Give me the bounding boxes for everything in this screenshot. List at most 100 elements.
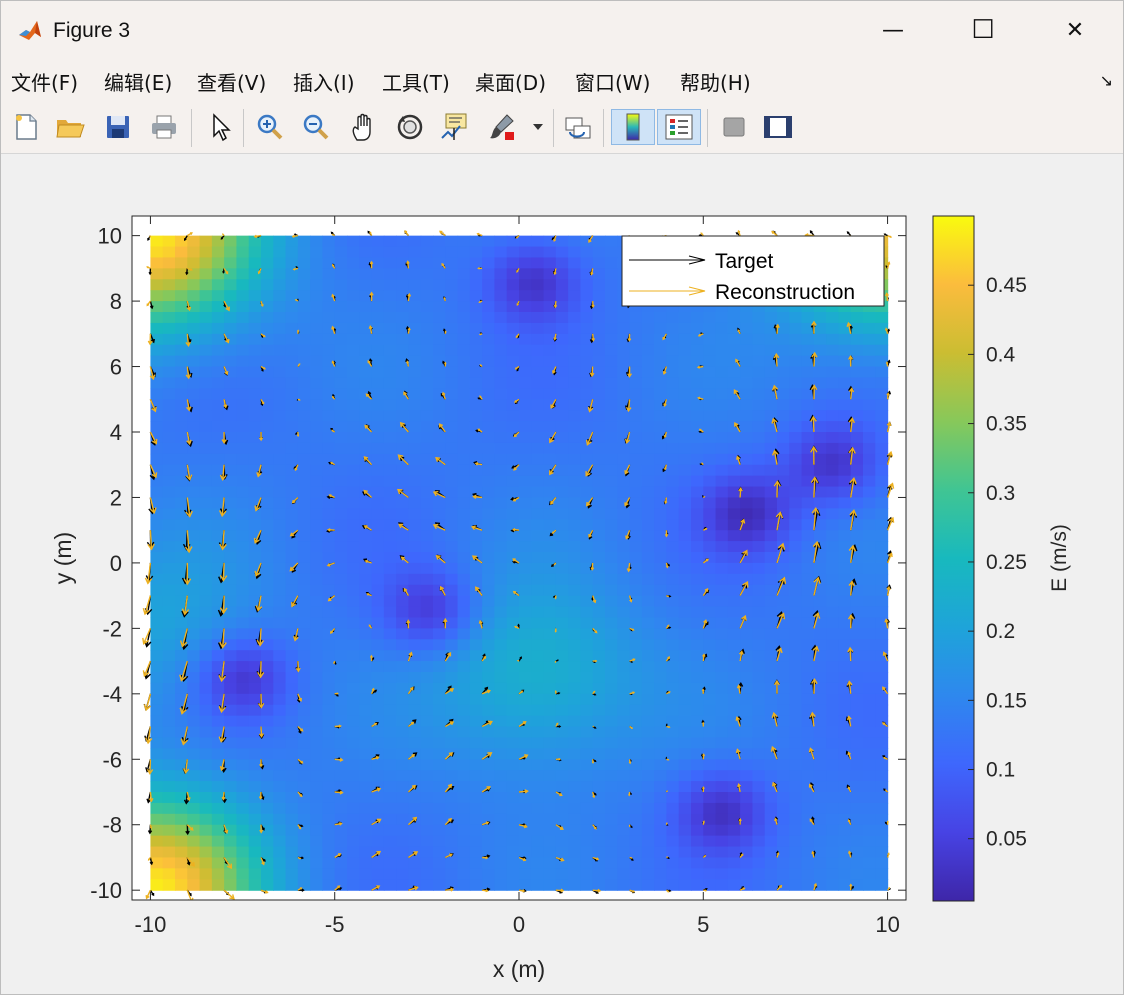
heatmap-cell (777, 857, 790, 869)
heatmap-cell (150, 388, 164, 400)
heatmap-cell (457, 257, 471, 269)
heatmap-cell (199, 279, 213, 291)
heatmap-cell (457, 573, 471, 586)
heatmap-cell (580, 726, 594, 739)
heatmap-cell (764, 770, 778, 782)
menu-file[interactable]: 文件(F) (11, 67, 78, 96)
heatmap-cell (310, 508, 324, 520)
save-button[interactable] (101, 109, 135, 145)
heatmap-cell (383, 552, 397, 564)
heatmap-cell (875, 879, 889, 891)
edit-plot-button[interactable] (203, 109, 237, 145)
heatmap-cell (641, 846, 655, 859)
open-file-button[interactable] (53, 109, 87, 145)
title-bar[interactable]: Figure 3 — ☐ ✕ (1, 1, 1123, 59)
heatmap-cell (654, 650, 668, 662)
new-figure-button[interactable] (9, 109, 43, 145)
menu-view[interactable]: 查看(V) (197, 67, 266, 96)
data-cursor-button[interactable] (439, 109, 473, 145)
heatmap-cell (555, 508, 569, 520)
colorbar-button[interactable] (611, 109, 655, 145)
heatmap-cell (396, 508, 410, 520)
legend[interactable]: Target Reconstruction (621, 235, 885, 307)
heatmap-cell (531, 301, 545, 313)
heatmap-cell (691, 737, 704, 749)
heatmap-cell (175, 650, 188, 662)
heatmap-cell (801, 530, 815, 542)
show-plot-tools-button[interactable] (761, 109, 795, 145)
heatmap-cell (813, 562, 827, 575)
heatmap-cell (826, 857, 840, 869)
heatmap-cell (813, 453, 827, 466)
heatmap-cell (666, 333, 680, 346)
reconstruction-arrow (665, 822, 668, 825)
heatmap-cell (703, 530, 717, 542)
heatmap-cell (224, 595, 238, 608)
menu-desktop[interactable]: 桌面(D) (475, 67, 546, 96)
heatmap-cell (764, 617, 778, 629)
menu-insert[interactable]: 插入(I) (293, 67, 355, 96)
heatmap-cell (224, 792, 238, 804)
reconstruction-arrow (222, 233, 225, 237)
heatmap-cell (482, 737, 496, 749)
link-plot-button[interactable] (561, 109, 595, 145)
hide-plot-tools-button[interactable] (717, 109, 751, 145)
heatmap-cell (162, 312, 176, 324)
print-button[interactable] (147, 109, 181, 145)
menu-tools[interactable]: 工具(T) (382, 67, 450, 96)
heatmap-cell (359, 824, 373, 837)
heatmap-cell (322, 541, 336, 553)
heatmap-cell (408, 595, 422, 608)
heatmap-cell (543, 737, 557, 749)
pan-button[interactable] (347, 109, 381, 145)
heatmap-cell (543, 770, 557, 782)
brush-button[interactable] (485, 109, 519, 145)
zoom-in-button[interactable] (253, 109, 287, 145)
heatmap-cell (678, 792, 692, 804)
heatmap-cell (371, 388, 385, 400)
heatmap-cell (469, 639, 483, 651)
heatmap-cell (310, 726, 324, 739)
heatmap-cell (666, 497, 680, 509)
dock-arrow-icon[interactable]: ↘ (1100, 71, 1113, 90)
heatmap-cell (420, 442, 434, 455)
heatmap-cell (629, 639, 643, 651)
heatmap-cell (641, 835, 655, 848)
heatmap-cell (396, 770, 410, 782)
rotate-3d-button[interactable] (393, 109, 427, 145)
heatmap-cell (371, 366, 385, 379)
menu-window[interactable]: 窗口(W) (575, 67, 650, 96)
heatmap-cell (273, 333, 287, 346)
colorbar-tick-label: 0.35 (986, 413, 1027, 436)
heatmap-cell (408, 562, 422, 575)
heatmap-cell (162, 835, 176, 848)
heatmap-cell (297, 366, 311, 379)
close-button[interactable]: ✕ (1029, 1, 1121, 59)
heatmap-cell (236, 584, 250, 597)
heatmap-cell (863, 421, 876, 433)
maximize-button[interactable]: ☐ (937, 1, 1029, 59)
heatmap-cell (506, 541, 520, 553)
minimize-button[interactable]: — (847, 1, 939, 59)
menu-help[interactable]: 帮助(H) (680, 67, 751, 96)
heatmap-cell (224, 552, 238, 564)
heatmap-cell (261, 355, 274, 368)
legend-button[interactable] (657, 109, 701, 145)
brush-dropdown-button[interactable] (527, 109, 549, 145)
heatmap-cell (273, 693, 287, 706)
heatmap-cell (162, 792, 176, 804)
heatmap-cell (789, 475, 803, 488)
heatmap-cell (199, 835, 213, 848)
heatmap-cell (224, 388, 238, 400)
heatmap-cell (543, 661, 557, 673)
heatmap-cell (273, 682, 287, 695)
heatmap-cell (666, 857, 680, 869)
heatmap-cell (445, 792, 459, 804)
heatmap-cell (715, 748, 729, 760)
heatmap-cell (519, 672, 532, 684)
menu-edit[interactable]: 编辑(E) (104, 67, 172, 96)
heatmap-cell (457, 246, 471, 259)
heatmap-cell (691, 388, 704, 400)
zoom-out-button[interactable] (299, 109, 333, 145)
heatmap-cell (359, 802, 373, 815)
